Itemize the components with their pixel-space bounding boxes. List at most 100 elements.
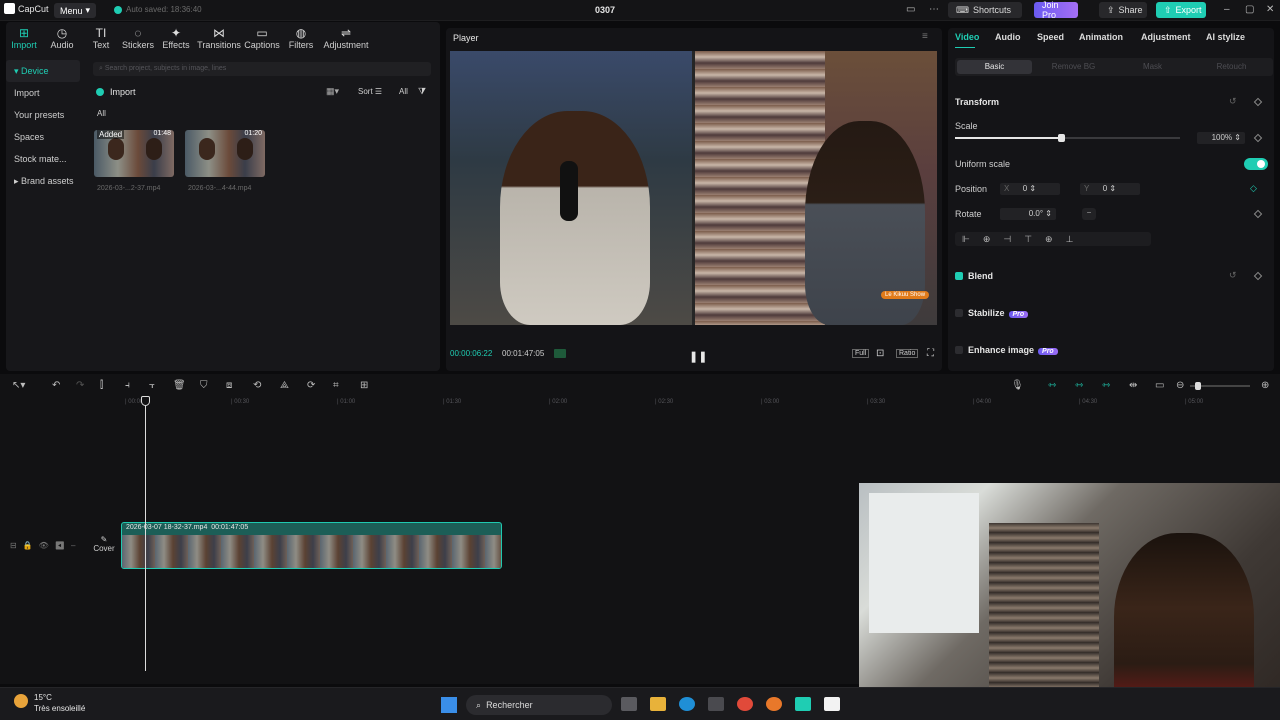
reset-icon[interactable]: ↺	[1229, 96, 1237, 107]
tool-tab-import[interactable]: ⊞ Import	[4, 26, 44, 50]
ratio-button[interactable]: Ratio	[896, 349, 919, 358]
full-quality-button[interactable]: Full	[852, 349, 870, 358]
capcut-taskbar-icon[interactable]	[824, 697, 840, 711]
tab-ai-stylize[interactable]: AI stylize	[1206, 32, 1245, 42]
tool-tab-filters[interactable]: ◍ Filters	[281, 26, 321, 50]
preview-axis-icon[interactable]: ⇿	[1102, 380, 1110, 391]
zoom-slider[interactable]	[1190, 382, 1250, 390]
file-explorer-icon[interactable]	[650, 697, 666, 711]
tab-speed[interactable]: Speed	[1037, 32, 1064, 42]
uniform-scale-toggle[interactable]	[1244, 158, 1268, 170]
tab-audio[interactable]: Audio	[995, 32, 1021, 42]
media-all-tab[interactable]: All	[97, 109, 106, 118]
fit-timeline-icon[interactable]: ⊕	[1261, 380, 1269, 391]
more-icon[interactable]: ⋯	[929, 4, 939, 15]
media-search-input[interactable]: ⌕ Search project, subjects in image, lin…	[93, 62, 431, 76]
crop-icon[interactable]: ⌗	[333, 380, 339, 391]
maximize-icon[interactable]: ▢	[1245, 4, 1254, 15]
join-pro-button[interactable]: Join Pro	[1034, 0, 1078, 20]
store-icon[interactable]	[708, 697, 724, 711]
split-icon[interactable]: ⫿	[100, 380, 103, 391]
screenshot-icon[interactable]: ⊡	[876, 348, 884, 359]
blend-checkbox[interactable]	[955, 272, 963, 280]
auto-reframe-icon[interactable]: ⊞	[360, 380, 368, 391]
filter-all-button[interactable]: All	[399, 87, 408, 96]
video-preview[interactable]: Le Kikuu Show	[450, 51, 937, 325]
close-icon[interactable]: ✕	[1266, 4, 1274, 15]
scale-slider[interactable]	[955, 134, 1180, 142]
side-nav-import[interactable]: Import	[6, 82, 80, 104]
menu-button[interactable]: Menu ▾	[54, 3, 97, 18]
side-nav-brand-assets[interactable]: ▸ Brand assets	[6, 170, 80, 192]
cover-button[interactable]: ✎ Cover	[91, 535, 117, 553]
shortcuts-button[interactable]: ⌨ Shortcuts	[948, 2, 1022, 18]
tool-tab-audio[interactable]: ◷ Audio	[42, 26, 82, 50]
chrome-icon[interactable]	[737, 697, 753, 711]
tab-video[interactable]: Video	[955, 32, 979, 42]
filter-icon[interactable]: ⧩	[418, 86, 426, 97]
track-controls[interactable]: ⊟🔒👁◀–	[10, 541, 81, 550]
side-nav-presets[interactable]: Your presets	[6, 104, 80, 126]
microphone-record-icon[interactable]: 🎙	[1011, 380, 1024, 391]
tool-tab-transitions[interactable]: ⋈ Transitions	[196, 26, 242, 50]
playhead-handle[interactable]	[141, 396, 150, 406]
undo-icon[interactable]: ↶	[52, 380, 60, 391]
subtab-basic[interactable]: Basic	[955, 62, 1034, 71]
tool-tab-text[interactable]: TI Text	[81, 26, 121, 50]
position-keyframe-icon[interactable]: ◇	[1250, 183, 1257, 194]
rotate-dial-icon[interactable]: −	[1082, 208, 1096, 220]
link-icon[interactable]: ⇿	[1075, 380, 1083, 391]
stabilize-checkbox[interactable]	[955, 309, 963, 317]
windows-start-icon[interactable]	[441, 697, 457, 713]
media-item[interactable]: 01:20	[185, 130, 265, 177]
align-toolbar[interactable]: ⊩⊕⊣⊤⊕⊥	[955, 232, 1151, 246]
media-item[interactable]: Added 01:48	[94, 130, 174, 177]
project-title[interactable]: 0307	[595, 5, 615, 15]
edge-icon[interactable]	[679, 697, 695, 711]
layout-icon[interactable]: ▭	[906, 4, 915, 15]
subtab-mask[interactable]: Mask	[1113, 62, 1192, 71]
side-nav-stock[interactable]: Stock mate...	[6, 148, 80, 170]
app-icon[interactable]	[795, 697, 811, 711]
position-x-field[interactable]: X 0 ⇕	[1000, 183, 1060, 195]
share-button[interactable]: ⇪ Share	[1099, 2, 1147, 18]
reset-icon[interactable]: ↺	[1229, 270, 1237, 281]
enhance-checkbox[interactable]	[955, 346, 963, 354]
rotate-field[interactable]: 0.0° ⇕	[1000, 208, 1056, 220]
scale-value-field[interactable]: 100% ⇕	[1197, 132, 1245, 144]
redo-icon[interactable]: ↷	[76, 380, 84, 391]
tab-adjustment[interactable]: Adjustment	[1141, 32, 1191, 42]
marker-icon[interactable]: ⛉	[200, 380, 208, 391]
scale-slider-handle[interactable]	[1057, 134, 1065, 142]
tab-animation[interactable]: Animation	[1079, 32, 1123, 42]
subtab-retouch[interactable]: Retouch	[1192, 62, 1271, 71]
view-toggle-icon[interactable]: ▦▾	[326, 86, 339, 97]
split-left-icon[interactable]: ⫞	[125, 380, 130, 391]
delete-icon[interactable]: 🗑	[173, 380, 186, 391]
minimize-icon[interactable]: –	[1224, 4, 1230, 15]
split-right-icon[interactable]: ⫟	[149, 380, 155, 391]
subtab-remove-bg[interactable]: Remove BG	[1034, 62, 1113, 71]
reverse-icon[interactable]: ⟲	[253, 380, 261, 391]
rotate-icon[interactable]: ⟳	[307, 380, 315, 391]
tool-tab-effects[interactable]: ✦ Effects	[156, 26, 196, 50]
tool-tab-captions[interactable]: ▭ Captions	[242, 26, 282, 50]
player-menu-icon[interactable]: ≡	[922, 31, 928, 42]
magnet-icon[interactable]: ⇿	[1048, 380, 1056, 391]
side-nav-spaces[interactable]: Spaces	[6, 126, 80, 148]
side-nav-device[interactable]: ▾ Device	[6, 60, 80, 82]
tool-tab-stickers[interactable]: ◌ Stickers	[118, 26, 158, 50]
zoom-out-icon[interactable]: ⊖	[1176, 380, 1184, 391]
export-button[interactable]: ⇧ Export	[1156, 2, 1206, 18]
task-view-icon[interactable]	[621, 697, 637, 711]
play-pause-button[interactable]: ❚❚	[689, 350, 707, 363]
playhead[interactable]	[145, 396, 146, 671]
position-y-field[interactable]: Y 0 ⇕	[1080, 183, 1140, 195]
import-button[interactable]: Import	[96, 85, 136, 99]
caption-track-icon[interactable]: ▭	[1155, 380, 1164, 391]
select-tool-icon[interactable]: ↖▾	[12, 380, 25, 391]
split-audio-icon[interactable]: ⇹	[1129, 380, 1137, 391]
timeline-ruler[interactable]: | 00:00 | 00:30 | 01:00 | 01:30 | 02:00 | 02:…	[0, 396, 1280, 408]
freeze-icon[interactable]: ⧈	[226, 380, 232, 391]
sort-button[interactable]: Sort ☰	[358, 87, 382, 96]
